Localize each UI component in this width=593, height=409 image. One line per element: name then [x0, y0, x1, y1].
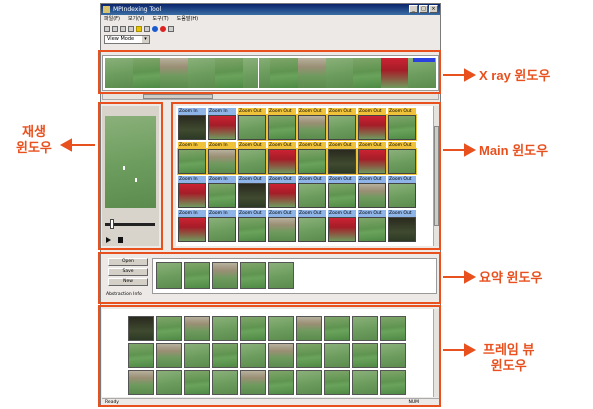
xray-annotation: X ray 윈도우 [479, 68, 551, 83]
player-annotation: 재생 윈도우 [16, 124, 52, 155]
summary-annotation: 요약 윈도우 [479, 270, 543, 285]
frame-view-annotation: 프레임 뷰 윈도우 [483, 342, 535, 373]
main-annotation: Main 윈도우 [479, 143, 549, 158]
